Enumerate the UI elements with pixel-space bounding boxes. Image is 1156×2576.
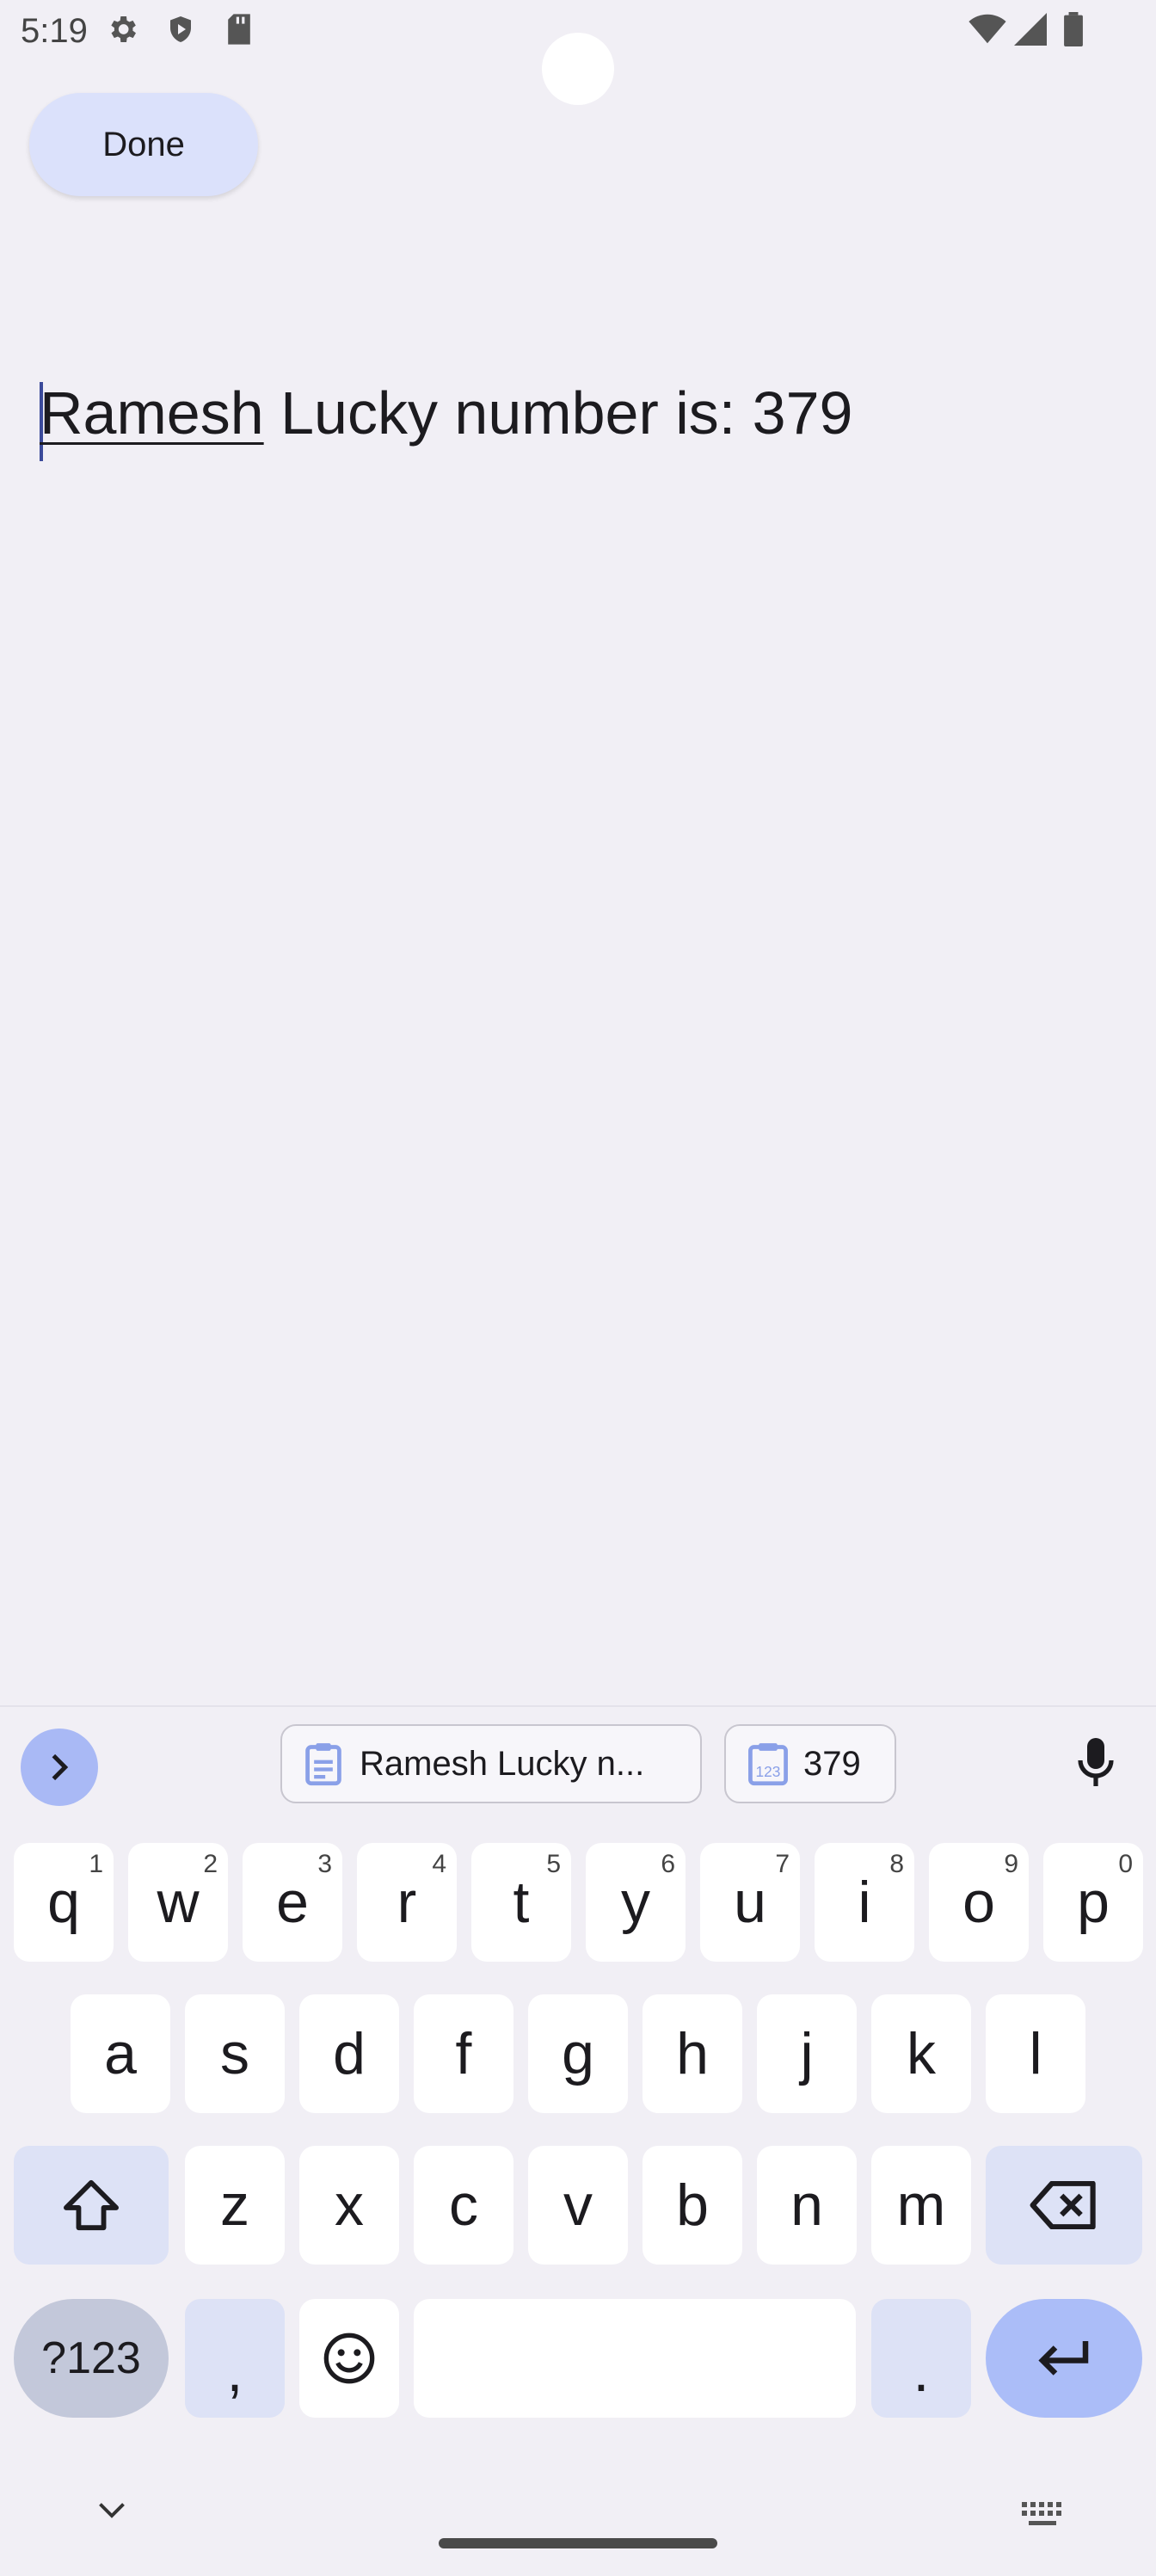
svg-text:123: 123 [756,1763,781,1780]
key-x[interactable]: x [299,2146,399,2265]
key-v[interactable]: v [528,2146,628,2265]
emoji-icon [323,2333,375,2384]
period-key[interactable]: . [871,2299,971,2418]
key-k[interactable]: k [871,1994,971,2113]
key-h[interactable]: h [643,1994,742,2113]
wifi-icon [968,10,1006,48]
key-w[interactable]: w2 [128,1843,228,1962]
comma-key[interactable]: , [185,2299,285,2418]
keyboard [0,1705,1156,2576]
status-time: 5:19 [21,12,88,50]
enter-key[interactable] [986,2299,1142,2418]
key-o[interactable]: o9 [929,1843,1029,1962]
key-i[interactable]: i8 [815,1843,914,1962]
key-d[interactable]: d [299,1994,399,2113]
keyboard-switcher-icon[interactable] [1020,2497,1068,2531]
shield-icon [162,10,200,48]
battery-icon [1055,10,1092,48]
note-text: Lucky number is: 379 [263,379,853,447]
enter-icon [1038,2341,1089,2376]
key-s[interactable]: s [185,1994,285,2113]
shift-key[interactable] [14,2146,169,2265]
key-u[interactable]: u7 [700,1843,800,1962]
key-b[interactable]: b [643,2146,742,2265]
key-g[interactable]: g [528,1994,628,2113]
camera-cutout [542,33,614,105]
emoji-key[interactable] [299,2299,399,2418]
symbols-key[interactable]: ?123 [14,2299,169,2418]
key-q[interactable]: q1 [14,1843,114,1962]
key-e[interactable]: e3 [243,1843,342,1962]
backspace-icon [1030,2181,1096,2229]
hide-keyboard-button[interactable] [93,2492,131,2530]
clipboard-number-label: 379 [803,1744,861,1783]
key-t[interactable]: t5 [471,1843,571,1962]
key-p[interactable]: p0 [1043,1843,1143,1962]
key-c[interactable]: c [414,2146,513,2265]
sd-card-icon [220,10,258,48]
clipboard-suggestion-number[interactable]: 123 379 [724,1724,896,1803]
note-text-field[interactable]: Ramesh Lucky number is: 379 [40,379,852,447]
key-a[interactable]: a [71,1994,170,2113]
chevron-right-icon [52,1753,69,1781]
key-y[interactable]: y6 [586,1843,686,1962]
clipboard-icon [304,1741,342,1786]
key-n[interactable]: n [757,2146,857,2265]
key-r[interactable]: r4 [357,1843,457,1962]
home-indicator[interactable] [439,2538,717,2548]
clipboard-suggestion-label: Ramesh Lucky n... [360,1744,645,1783]
key-j[interactable]: j [757,1994,857,2113]
backspace-key[interactable] [986,2146,1142,2265]
clipboard-suggestion-text[interactable]: Ramesh Lucky n... [280,1724,702,1803]
space-key[interactable] [414,2299,856,2418]
expand-toolbar-button[interactable] [21,1729,98,1806]
key-f[interactable]: f [414,1994,513,2113]
microphone-icon[interactable] [1073,1729,1118,1798]
signal-icon [1012,10,1049,48]
key-z[interactable]: z [185,2146,285,2265]
shift-icon [64,2179,119,2231]
key-m[interactable]: m [871,2146,971,2265]
done-button[interactable]: Done [29,93,258,196]
gear-icon [103,10,141,48]
key-l[interactable]: l [986,1994,1085,2113]
composing-word: Ramesh [40,379,264,447]
chevron-down-icon [99,2503,125,2518]
clipboard-number-icon: 123 [747,1741,790,1786]
